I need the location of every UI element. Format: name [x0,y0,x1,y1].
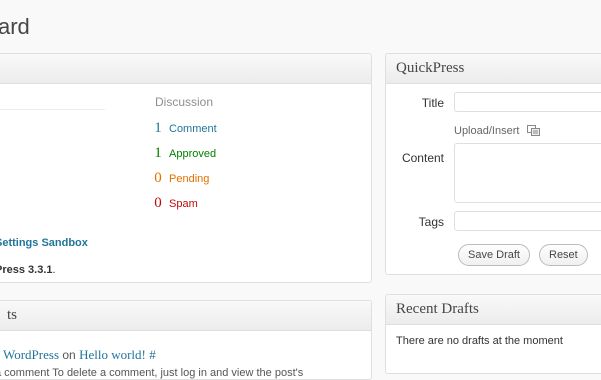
right-now-header[interactable] [0,54,371,84]
version-text: Press 3.3.1. [0,264,56,276]
comment-count[interactable]: 1 [151,120,165,137]
comment-label[interactable]: Comment [169,123,217,135]
comment-permalink[interactable]: # [149,347,156,362]
drafts-empty-message: There are no drafts at the moment [396,335,563,347]
pending-label[interactable]: Pending [169,173,209,185]
discussion-row-spam[interactable]: 0 Spam [151,195,198,212]
comment-meta: WordPress on Hello world! # [3,347,156,363]
quickpress-header[interactable]: QuickPress [386,54,601,84]
theme-link[interactable]: Settings Sandbox [0,237,88,249]
upload-insert[interactable]: Upload/Insert [454,125,541,137]
title-input[interactable] [454,92,601,112]
reset-button[interactable]: Reset [539,244,588,266]
version-value: Press 3.3.1 [0,264,53,276]
comment-excerpt: a comment To delete a comment, just log … [0,367,304,379]
tags-input[interactable] [454,211,601,231]
content-divider [0,109,105,110]
discussion-header: Discussion [155,95,214,109]
tags-label: Tags [418,215,444,229]
recent-comments-header[interactable]: ts [0,301,371,331]
comment-author-link[interactable]: WordPress [3,347,59,362]
spam-label[interactable]: Spam [169,198,198,210]
discussion-row-approved[interactable]: 1 Approved [151,145,216,162]
version-suffix: . [52,264,56,276]
quickpress-box: QuickPress Title Upload/Insert Content T… [385,53,601,275]
media-icon[interactable] [526,125,541,137]
save-draft-button[interactable]: Save Draft [458,244,530,266]
recent-drafts-header[interactable]: Recent Drafts [386,295,601,325]
recent-drafts-box: Recent Drafts There are no drafts at the… [385,294,601,374]
title-label: Title [421,96,444,110]
discussion-row-comments[interactable]: 1 Comment [151,120,217,137]
upload-insert-label[interactable]: Upload/Insert [454,125,519,137]
approved-count[interactable]: 1 [151,145,165,162]
right-now-box: Discussion 1 Comment 1 Approved 0 Pending 0… [0,53,372,283]
pending-count[interactable]: 0 [151,170,165,187]
recent-comments-box: ts WordPress on Hello world! # a comment… [0,300,372,380]
discussion-row-pending[interactable]: 0 Pending [151,170,209,187]
comment-on-text: on [62,348,76,362]
approved-label[interactable]: Approved [169,148,216,160]
content-label: Content [401,151,444,165]
content-textarea[interactable] [454,143,601,203]
comment-post-link[interactable]: Hello world! [79,347,146,362]
spam-count[interactable]: 0 [151,195,165,212]
page-title: ard [0,14,30,39]
